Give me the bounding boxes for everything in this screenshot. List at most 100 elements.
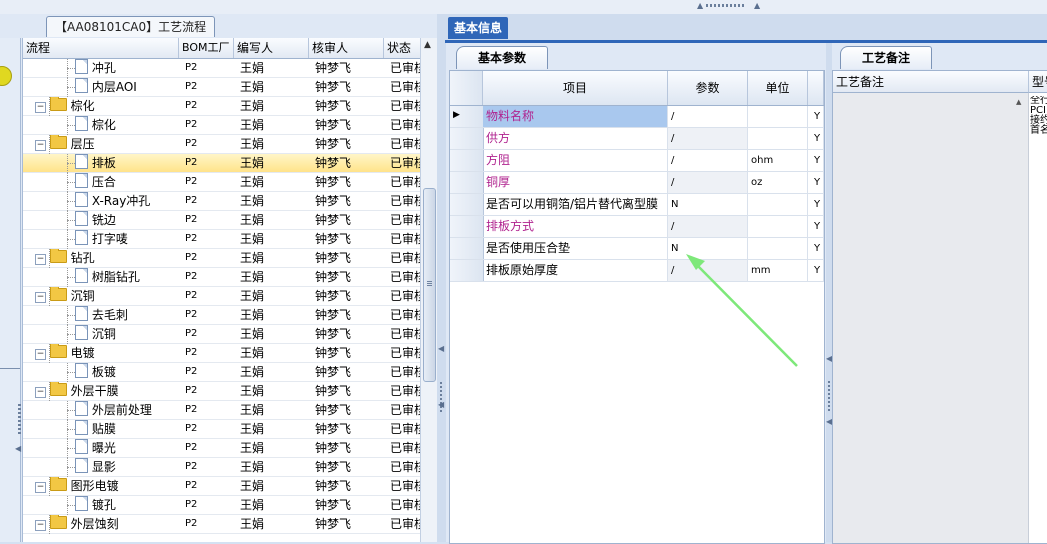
process-flow-tab[interactable]: 【AA08101CA0】工艺流程 [46, 16, 216, 37]
tree-row[interactable]: 打字唛 P2 王娟 钟梦飞 已审核 [23, 230, 421, 249]
row-indicator[interactable] [450, 128, 484, 149]
param-value-cell[interactable]: N [668, 238, 748, 259]
row-indicator[interactable] [450, 194, 484, 215]
tree-row[interactable]: − 外层蚀刻 P2 王娟 钟梦飞 已审核 [23, 515, 421, 534]
splitter-grip[interactable] [828, 381, 830, 411]
tree-row[interactable]: − 层压 P2 王娟 钟梦飞 已审核 [23, 135, 421, 154]
param-row[interactable]: 排板方式 / Y [450, 216, 824, 238]
tree-row[interactable]: − 沉铜 P2 王娟 钟梦飞 已审核 [23, 287, 421, 306]
tree-row[interactable]: 树脂钻孔 P2 王娟 钟梦飞 已审核 [23, 268, 421, 287]
param-value-cell[interactable]: N [668, 194, 748, 215]
tree-row[interactable]: 棕化 P2 王娟 钟梦飞 已审核 [23, 116, 421, 135]
top-splitter-bar[interactable]: ▲ ▲ [0, 0, 1047, 15]
param-value-cell[interactable]: / [668, 150, 748, 171]
param-row[interactable]: 排板原始厚度 / mm Y [450, 260, 824, 282]
row-indicator[interactable]: ▶ [450, 106, 484, 127]
tree-node-name[interactable]: 显影 [23, 458, 179, 476]
param-value-cell[interactable]: / [668, 128, 748, 149]
collapse-left-icon[interactable]: ◀ [15, 444, 21, 453]
collapse-toggle-icon[interactable]: − [35, 520, 46, 531]
tree-row[interactable]: − 图形电镀 P2 王娟 钟梦飞 已审核 [23, 477, 421, 496]
tree-row[interactable]: − 钻孔 P2 王娟 钟梦飞 已审核 [23, 249, 421, 268]
tree-node-name[interactable]: 贴膜 [23, 420, 179, 438]
tree-row[interactable]: 冲孔 P2 王娟 钟梦飞 已审核 [23, 59, 421, 78]
collapse-toggle-icon[interactable]: − [35, 349, 46, 360]
tree-node-name[interactable]: 外层前处理 [23, 401, 179, 419]
column-header-flag[interactable] [808, 71, 824, 105]
tree-row[interactable]: X-Ray冲孔 P2 王娟 钟梦飞 已审核 [23, 192, 421, 211]
column-header-unit[interactable]: 单位 [748, 71, 808, 105]
tree-node-name[interactable]: 压合 [23, 173, 179, 191]
tree-row[interactable]: 曝光 P2 王娟 钟梦飞 已审核 [23, 439, 421, 458]
row-indicator[interactable] [450, 238, 484, 259]
tree-node-name[interactable]: 打字唛 [23, 230, 179, 248]
tree-row[interactable]: 去毛刺 P2 王娟 钟梦飞 已审核 [23, 306, 421, 325]
tree-node-name[interactable]: 曝光 [23, 439, 179, 457]
tab-basic-params[interactable]: 基本参数 [456, 46, 548, 69]
tree-node-name[interactable]: 棕化 [23, 116, 179, 134]
column-header-bom-factory[interactable]: BOM工厂 [179, 38, 234, 58]
splitter-grip[interactable] [18, 404, 21, 434]
column-header-status[interactable]: 状态 [384, 38, 421, 58]
tree-row[interactable]: 内层AOI P2 王娟 钟梦飞 已审核 [23, 78, 421, 97]
tree-vertical-scrollbar[interactable]: ▲ [420, 38, 437, 542]
param-row[interactable]: 方阻 / ohm Y [450, 150, 824, 172]
tree-row[interactable]: 铣边 P2 王娟 钟梦飞 已审核 [23, 211, 421, 230]
remark-column-body[interactable] [833, 93, 1029, 543]
tree-row[interactable]: 板镀 P2 王娟 钟梦飞 已审核 [23, 363, 421, 382]
column-header-param[interactable]: 参数 [668, 71, 748, 105]
param-value-cell[interactable]: / [668, 172, 748, 193]
tree-row[interactable]: 外层前处理 P2 王娟 钟梦飞 已审核 [23, 401, 421, 420]
tree-row[interactable]: 排板 P2 王娟 钟梦飞 已审核 [23, 154, 421, 173]
tree-node-name[interactable]: 树脂钻孔 [23, 268, 179, 286]
tree-node-name[interactable]: − 外层干膜 [23, 382, 179, 400]
tree-row[interactable]: − 电镀 P2 王娟 钟梦飞 已审核 [23, 344, 421, 363]
param-value-cell[interactable]: / [668, 260, 748, 281]
tree-row[interactable]: 压合 P2 王娟 钟梦飞 已审核 [23, 173, 421, 192]
column-header-reviewer[interactable]: 核审人 [309, 38, 384, 58]
tree-node-name[interactable]: 去毛刺 [23, 306, 179, 324]
param-value-cell[interactable]: / [668, 216, 748, 237]
tree-row[interactable]: − 棕化 P2 王娟 钟梦飞 已审核 [23, 97, 421, 116]
tree-node-name[interactable]: − 沉铜 [23, 287, 179, 305]
process-tree-grid[interactable]: 流程 BOM工厂 编写人 核审人 状态 冲孔P2王娟钟梦飞已审核 内层AOIP2… [22, 38, 421, 542]
tree-node-name[interactable]: 板镀 [23, 363, 179, 381]
tree-node-name[interactable]: − 钻孔 [23, 249, 179, 267]
param-row[interactable]: 是否使用压合垫 N Y [450, 238, 824, 260]
param-value-cell[interactable]: / [668, 106, 748, 127]
scroll-up-icon[interactable]: ▲ [424, 40, 431, 50]
vertical-splitter[interactable]: ◀ ◀ [437, 14, 445, 542]
column-header-flow[interactable]: 流程 [23, 38, 179, 58]
tree-node-name[interactable]: 镀孔 [23, 496, 179, 514]
param-row[interactable]: ▶ 物料名称 / Y [450, 106, 824, 128]
collapse-left-icon[interactable]: ◀ [438, 400, 444, 409]
collapse-toggle-icon[interactable]: − [35, 254, 46, 265]
column-header-writer[interactable]: 编写人 [234, 38, 309, 58]
tree-node-name[interactable]: 内层AOI [23, 78, 179, 96]
tree-node-name[interactable]: − 层压 [23, 135, 179, 153]
basic-params-grid[interactable]: 项目 参数 单位 ▶ 物料名称 / Y 供方 / Y 方阻 / ohm Y 铜厚 / oz Y 是否可以用铜箔… [449, 70, 825, 544]
scroll-thumb[interactable] [423, 188, 436, 382]
tree-row[interactable]: − 外层干膜 P2 王娟 钟梦飞 已审核 [23, 382, 421, 401]
tab-process-remark[interactable]: 工艺备注 [840, 46, 932, 69]
row-indicator[interactable] [450, 260, 484, 281]
row-indicator[interactable] [450, 150, 484, 171]
column-header-remark[interactable]: 工艺备注 [833, 71, 1029, 93]
splitter-grip[interactable] [706, 4, 746, 7]
tree-node-name[interactable]: − 电镀 [23, 344, 179, 362]
column-header-model[interactable]: 型号 [1029, 71, 1047, 93]
tree-node-name[interactable]: 排板 [23, 154, 179, 172]
tree-node-name[interactable]: − 图形电镀 [23, 477, 179, 495]
tree-node-name[interactable]: 铣边 [23, 211, 179, 229]
collapse-up-icon[interactable]: ▲ [697, 1, 703, 10]
scroll-up-icon[interactable]: ▲ [1016, 98, 1021, 106]
collapse-toggle-icon[interactable]: − [35, 482, 46, 493]
model-column-body[interactable] [1029, 93, 1047, 543]
column-header-item[interactable]: 项目 [483, 71, 668, 105]
param-row[interactable]: 供方 / Y [450, 128, 824, 150]
tree-row[interactable]: 显影 P2 王娟 钟梦飞 已审核 [23, 458, 421, 477]
tree-node-name[interactable]: − 外层蚀刻 [23, 515, 179, 533]
tree-node-name[interactable]: X-Ray冲孔 [23, 192, 179, 210]
remark-grid[interactable]: 工艺备注 型号 ▲ 全行 PCI 接约 首名 [832, 70, 1047, 544]
collapse-toggle-icon[interactable]: − [35, 387, 46, 398]
